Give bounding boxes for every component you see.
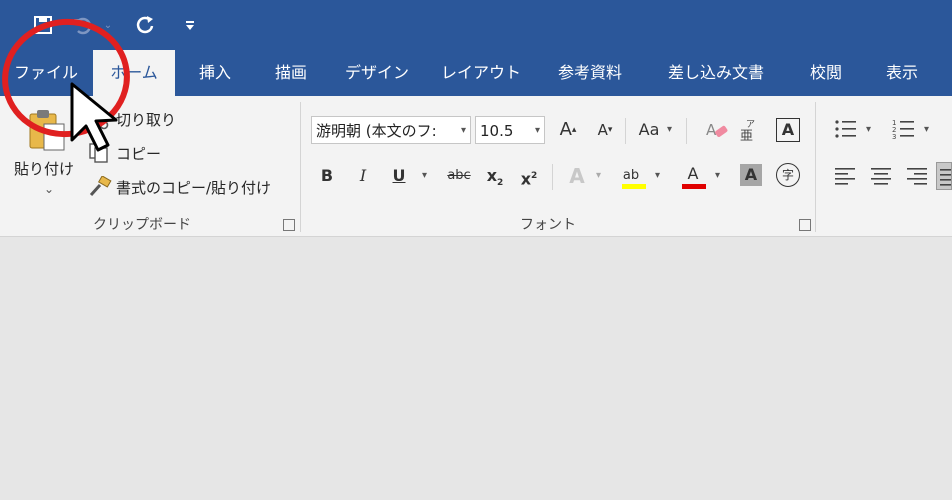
mouse-pointer-icon <box>70 82 118 152</box>
red-circle-annotation <box>2 18 130 138</box>
annotation-overlay <box>2 18 130 152</box>
